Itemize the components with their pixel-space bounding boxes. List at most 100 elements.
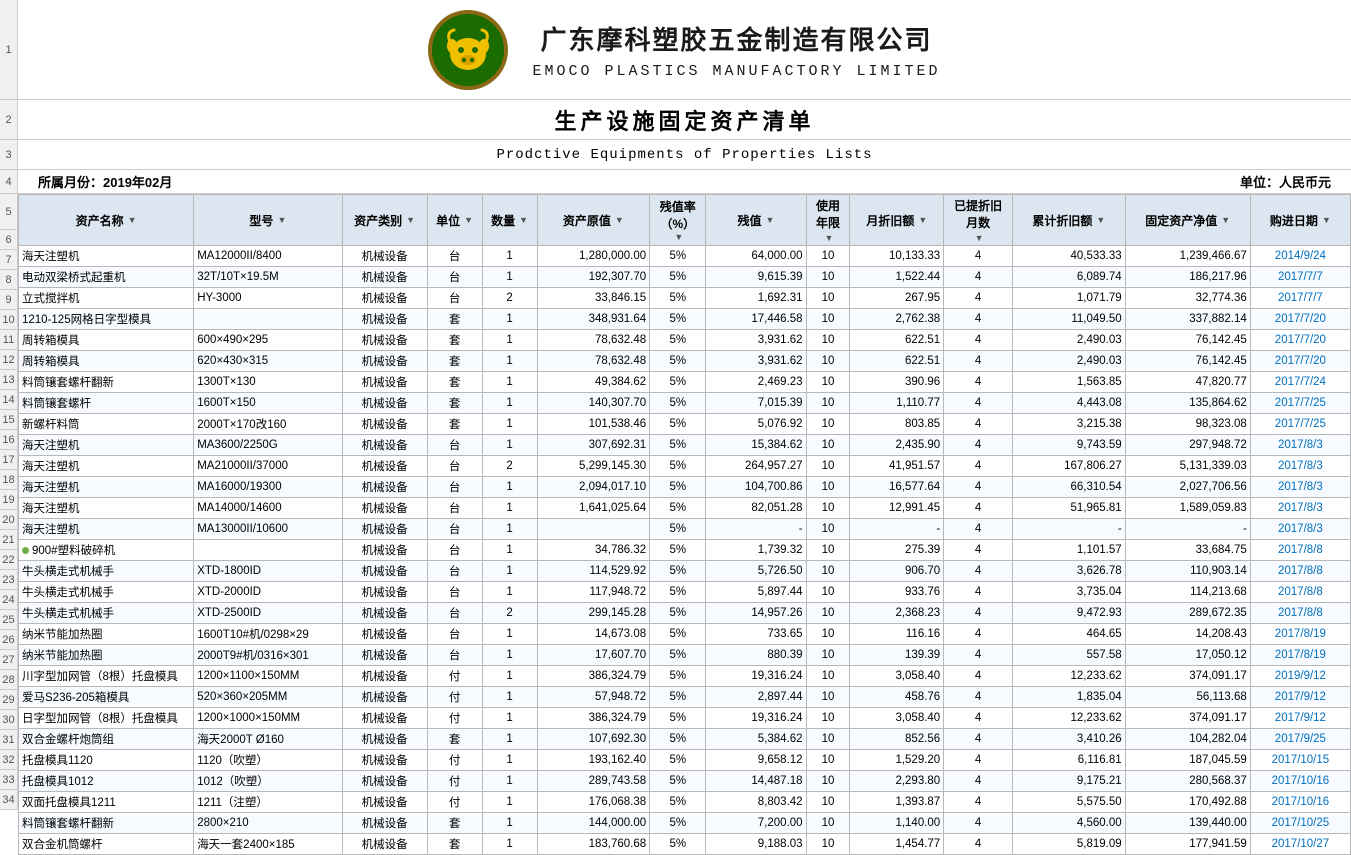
table-cell: 66,310.54	[1013, 477, 1126, 498]
table-cell	[537, 519, 650, 540]
table-cell: 82,051.28	[706, 498, 806, 519]
table-cell: 275.39	[850, 540, 944, 561]
table-cell: 2017/8/8	[1250, 603, 1350, 624]
table-cell: 1,110.77	[850, 393, 944, 414]
table-cell: 1	[482, 645, 537, 666]
table-cell: 78,632.48	[537, 330, 650, 351]
table-row: 川字型加网管（8根）托盘模具1200×1100×150MM机械设备付1386,3…	[19, 666, 1351, 687]
table-cell: 117,948.72	[537, 582, 650, 603]
th-model[interactable]: 型号▼	[194, 195, 342, 246]
table-cell: 付	[427, 687, 482, 708]
table-cell: 5,299,145.30	[537, 456, 650, 477]
table-cell: 1,140.00	[850, 813, 944, 834]
table-row: 料筒镶套螺杆翻新2800×210机械设备套1144,000.005%7,200.…	[19, 813, 1351, 834]
table-cell: 2,897.44	[706, 687, 806, 708]
table-cell: 5%	[650, 771, 706, 792]
table-cell: 1,529.20	[850, 750, 944, 771]
table-cell: 4	[944, 309, 1013, 330]
table-cell: 10	[806, 792, 850, 813]
table-cell: 1	[482, 309, 537, 330]
row-num-24: 24	[0, 590, 17, 610]
table-row: 牛头横走式机械手XTD-1800ID机械设备台1114,529.925%5,72…	[19, 561, 1351, 582]
th-rate[interactable]: 残值率（%）▼	[650, 195, 706, 246]
table-cell: XTD-1800ID	[194, 561, 342, 582]
table-cell: 1,692.31	[706, 288, 806, 309]
table-cell: 2019/9/12	[1250, 666, 1350, 687]
table-cell: 1,239,466.67	[1125, 246, 1250, 267]
th-type[interactable]: 资产类别▼	[342, 195, 427, 246]
th-accumulated[interactable]: 累计折旧额▼	[1013, 195, 1126, 246]
table-cell: 289,743.58	[537, 771, 650, 792]
table-cell: 5%	[650, 603, 706, 624]
table-cell: 5%	[650, 435, 706, 456]
table-row: 电动双梁桥式起重机32T/10T×19.5M机械设备台1192,307.705%…	[19, 267, 1351, 288]
table-cell: 33,846.15	[537, 288, 650, 309]
th-date[interactable]: 购进日期▼	[1250, 195, 1350, 246]
table-cell: 2017/8/3	[1250, 456, 1350, 477]
th-qty[interactable]: 数量▼	[482, 195, 537, 246]
table-cell: 2017/7/25	[1250, 414, 1350, 435]
th-monthly[interactable]: 月折旧额▼	[850, 195, 944, 246]
th-years[interactable]: 使用年限▼	[806, 195, 850, 246]
table-cell: 机械设备	[342, 393, 427, 414]
table-cell: 10	[806, 771, 850, 792]
row-num-18: 18	[0, 470, 17, 490]
table-cell: 台	[427, 582, 482, 603]
table-cell: 41,951.57	[850, 456, 944, 477]
table-cell: 733.65	[706, 624, 806, 645]
table-cell: 电动双梁桥式起重机	[19, 267, 194, 288]
row-num-8: 8	[0, 270, 17, 290]
assets-table: 资产名称▼ 型号▼ 资产类别▼ 单位▼ 数量▼ 资产原值▼	[18, 194, 1351, 855]
table-cell: 料筒镶套螺杆翻新	[19, 372, 194, 393]
table-cell: 立式搅拌机	[19, 288, 194, 309]
table-cell: 374,091.17	[1125, 708, 1250, 729]
table-cell: 机械设备	[342, 414, 427, 435]
th-original[interactable]: 资产原值▼	[537, 195, 650, 246]
table-cell: 3,626.78	[1013, 561, 1126, 582]
table-cell: 289,672.35	[1125, 603, 1250, 624]
table-cell: 458.76	[850, 687, 944, 708]
table-cell: 2017/7/20	[1250, 351, 1350, 372]
th-net[interactable]: 固定资产净值▼	[1125, 195, 1250, 246]
table-cell: 2017/7/20	[1250, 330, 1350, 351]
table-cell: 4	[944, 540, 1013, 561]
table-cell: 2800×210	[194, 813, 342, 834]
table-cell: 177,941.59	[1125, 834, 1250, 855]
table-cell: 5%	[650, 582, 706, 603]
row-num-1: 1	[0, 0, 17, 100]
table-cell: 4	[944, 519, 1013, 540]
th-unit[interactable]: 单位▼	[427, 195, 482, 246]
th-residual[interactable]: 残值▼	[706, 195, 806, 246]
row-num-32: 32	[0, 750, 17, 770]
table-cell: 机械设备	[342, 498, 427, 519]
table-cell: 周转箱模具	[19, 330, 194, 351]
table-cell: 10,133.33	[850, 246, 944, 267]
th-months[interactable]: 已提折旧月数▼	[944, 195, 1013, 246]
table-cell: 2017/8/3	[1250, 477, 1350, 498]
table-cell: 114,213.68	[1125, 582, 1250, 603]
th-name[interactable]: 资产名称▼	[19, 195, 194, 246]
table-cell: -	[850, 519, 944, 540]
table-cell: 557.58	[1013, 645, 1126, 666]
table-cell: 纳米节能加热圈	[19, 645, 194, 666]
table-cell: 107,692.30	[537, 729, 650, 750]
table-cell: 5%	[650, 729, 706, 750]
row-num-22: 22	[0, 550, 17, 570]
table-cell: 套	[427, 372, 482, 393]
table-cell: 10	[806, 519, 850, 540]
table-cell: 1	[482, 708, 537, 729]
table-cell: MA21000II/37000	[194, 456, 342, 477]
table-cell: 10	[806, 267, 850, 288]
table-cell: 1	[482, 246, 537, 267]
table-cell: 187,045.59	[1125, 750, 1250, 771]
table-cell: XTD-2000ID	[194, 582, 342, 603]
table-cell: 台	[427, 519, 482, 540]
table-cell: 1	[482, 393, 537, 414]
table-cell: 9,615.39	[706, 267, 806, 288]
table-cell: 3,410.26	[1013, 729, 1126, 750]
table-row: 海天注塑机MA12000II/8400机械设备台11,280,000.005%6…	[19, 246, 1351, 267]
table-cell: 套	[427, 309, 482, 330]
table-cell: 7,015.39	[706, 393, 806, 414]
table-cell: 49,384.62	[537, 372, 650, 393]
table-cell: 5%	[650, 288, 706, 309]
